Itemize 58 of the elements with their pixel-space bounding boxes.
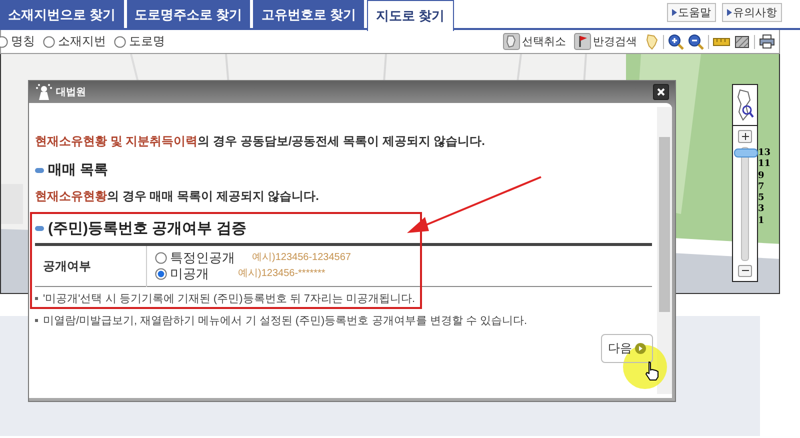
arrow-icon xyxy=(727,9,732,16)
zoom-out-button[interactable] xyxy=(738,264,752,277)
zoom-level-label: 5 xyxy=(758,193,766,204)
notice-text: 현재소유현황 및 지분취득이력의 경우 공동담보/공동전세 목록이 제공되지 않습니다. xyxy=(35,133,486,150)
radio-button[interactable] xyxy=(114,36,126,48)
radio-button[interactable] xyxy=(155,268,167,280)
tab[interactable]: 소재지번으로 찾기 xyxy=(0,0,124,30)
radio-label: 특정인공개 xyxy=(170,250,235,266)
ruler-icon[interactable] xyxy=(713,38,730,46)
scrollbar[interactable] xyxy=(657,107,672,394)
close-button[interactable] xyxy=(653,84,669,100)
bullet-icon xyxy=(35,297,38,300)
link-button[interactable]: 도움말 xyxy=(667,3,716,22)
bullet-icon xyxy=(35,226,44,231)
zoom-level-label: 9 xyxy=(758,170,766,182)
zoom-in-icon[interactable] xyxy=(668,34,684,50)
map-search-icon[interactable] xyxy=(736,88,754,122)
section-heading: (주민)등록번호 공개여부 검증 xyxy=(48,219,246,238)
arrow-icon xyxy=(672,9,677,16)
radio-label: 도로명 xyxy=(129,33,165,50)
plus-icon xyxy=(742,132,748,140)
zoom-level-label: 3 xyxy=(758,204,766,216)
bullet-icon xyxy=(35,319,38,322)
zoom-out-icon[interactable] xyxy=(688,34,704,50)
zoom-slider-thumb[interactable] xyxy=(734,148,758,158)
radio-label: 소재지번 xyxy=(58,33,106,50)
example-text: 예시)123456-1234567 xyxy=(252,251,351,265)
zoom-level-label: 13 xyxy=(758,148,771,159)
print-icon[interactable] xyxy=(759,34,775,49)
zoom-level-label: 11 xyxy=(758,159,771,171)
map-icon xyxy=(503,33,520,50)
close-icon xyxy=(657,88,665,96)
tab[interactable]: 도로명주소로 찾기 xyxy=(126,0,250,30)
area-icon[interactable] xyxy=(734,34,750,48)
logo-icon xyxy=(35,84,53,100)
radio-label: 미공개 xyxy=(170,266,209,282)
zoom-level-label: 7 xyxy=(758,182,766,194)
dialog-title: 대법원 xyxy=(56,86,86,99)
note-text: 미열람/미발급보기, 재열람하기 메뉴에서 기 설정된 (주민)등록번호 공개여부를 변경할 수 있습니다. xyxy=(43,314,527,328)
radio-label: 명칭 xyxy=(11,33,35,50)
note-text: '미공개'선택 시 등기기록에 기재된 (주민)등록번호 뒤 7자리는 미공개됩니다. xyxy=(43,292,416,306)
section-heading: 매매 목록 xyxy=(48,161,108,179)
notice-text: 현재소유현황의 경우 매매 목록이 제공되지 않습니다. xyxy=(35,188,320,205)
bullet-icon xyxy=(35,168,44,172)
tool-button[interactable]: 선택취소 xyxy=(503,33,566,50)
zoom-in-button[interactable] xyxy=(738,130,752,142)
flag-icon xyxy=(574,33,591,50)
hand-cursor-icon xyxy=(645,361,659,381)
arrow-circle-icon xyxy=(635,343,646,354)
tool-button[interactable]: 반경검색 xyxy=(574,33,637,50)
radio-button[interactable] xyxy=(43,36,55,48)
tab[interactable]: 고유번호로 찾기 xyxy=(253,0,364,30)
zoom-level-label: 1 xyxy=(758,216,766,228)
tab[interactable]: 지도로 찾기 xyxy=(366,0,454,31)
example-text: 예시)123456-******* xyxy=(238,267,326,281)
link-button[interactable]: 유의사항 xyxy=(722,3,782,22)
field-label: 공개여부 xyxy=(35,244,146,286)
radio-button[interactable] xyxy=(155,252,167,264)
